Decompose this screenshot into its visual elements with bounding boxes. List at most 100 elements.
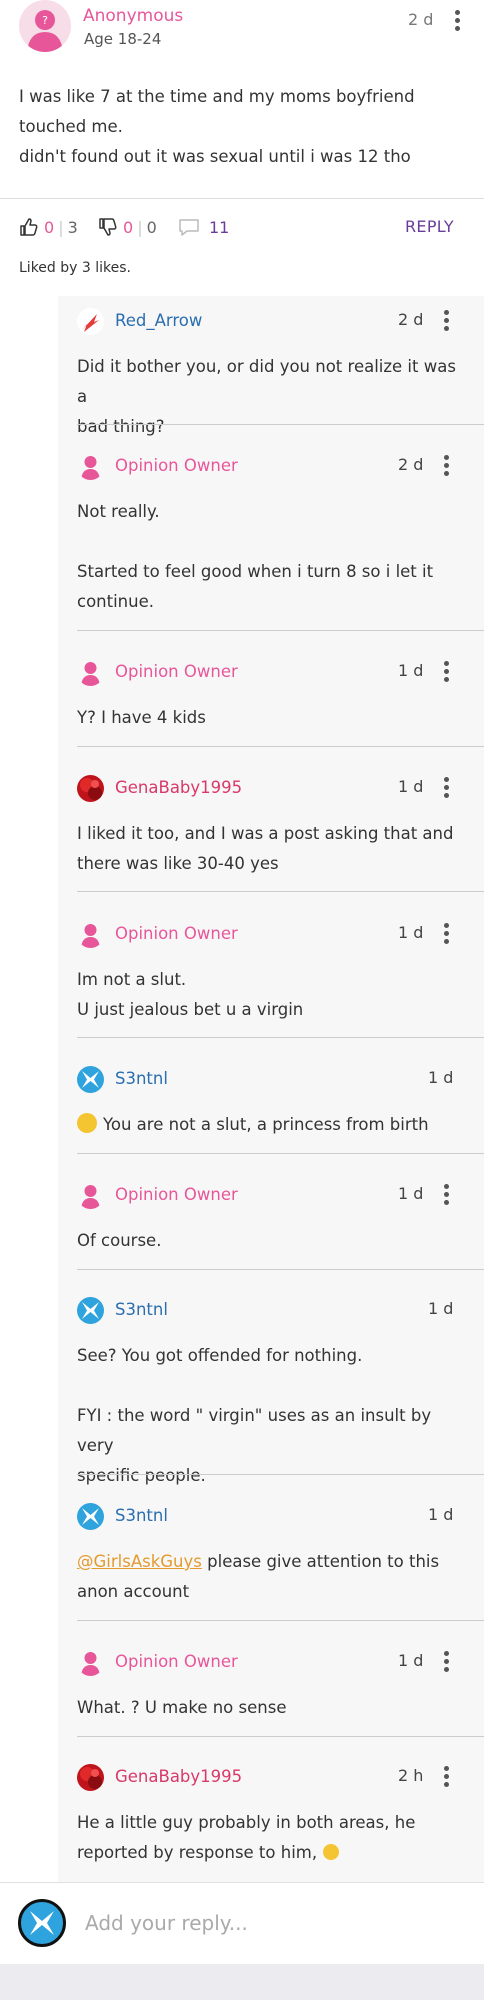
- comment-line: See? You got offended for nothing.: [77, 1346, 363, 1365]
- comment-timestamp: 1 d: [398, 923, 424, 942]
- opinion-actions: 0 | 3 0 | 0 11 REPLY: [0, 198, 484, 258]
- comment-author[interactable]: Opinion Owner: [115, 1652, 238, 1671]
- opinion-more-icon[interactable]: [455, 10, 461, 32]
- comment-author[interactable]: S3ntnl: [115, 1300, 168, 1319]
- like-total: 3: [67, 217, 78, 237]
- comment-body: Did it bother you, or did you not realiz…: [77, 352, 467, 442]
- comment-more-icon[interactable]: [444, 777, 450, 799]
- comment-line-text: You are not a slut, a princess from birt…: [103, 1115, 429, 1134]
- comment-line: Y? I have 4 kids: [77, 708, 206, 727]
- comment-line: FYI : the word " virgin" uses as an insu…: [77, 1406, 432, 1455]
- opinion-owner-avatar[interactable]: [77, 1182, 104, 1209]
- comment-timestamp: 1 d: [428, 1068, 454, 1087]
- comment-line: Im not a slut.: [77, 970, 187, 989]
- comment-author[interactable]: Opinion Owner: [115, 1185, 238, 1204]
- reply-input[interactable]: Add your reply...: [85, 1911, 248, 1935]
- comment-line: @GirlsAskGuys please give attention to t…: [77, 1547, 467, 1577]
- comment-body: Im not a slut. U just jealous bet u a vi…: [77, 965, 467, 1025]
- comment-body: I liked it too, and I was a post asking …: [77, 819, 467, 879]
- comment-line: specific people.: [77, 1466, 206, 1485]
- comment-divider: [77, 630, 484, 631]
- comment-more-icon[interactable]: [444, 455, 450, 477]
- comment-line: Of course.: [77, 1231, 162, 1250]
- comment-body: You are not a slut, a princess from birt…: [77, 1110, 467, 1140]
- current-user-avatar[interactable]: [18, 1899, 66, 1947]
- comments-button[interactable]: 11: [178, 217, 229, 237]
- emoji-icon: [77, 1113, 97, 1133]
- s3ntnl-avatar[interactable]: [77, 1503, 104, 1530]
- dislike-count: 0: [123, 217, 134, 237]
- comment-author[interactable]: Red_Arrow: [115, 311, 202, 330]
- comment-line: bad thing?: [77, 417, 165, 436]
- comment-line: continue.: [77, 592, 154, 611]
- liked-by-text[interactable]: Liked by 3 likes.: [19, 260, 131, 276]
- comment-timestamp: 2 d: [398, 310, 424, 329]
- opinion-owner-avatar[interactable]: [77, 453, 104, 480]
- mention-link[interactable]: @GirlsAskGuys: [77, 1552, 202, 1571]
- comment-author[interactable]: S3ntnl: [115, 1069, 168, 1088]
- comment-author[interactable]: Opinion Owner: [115, 662, 238, 681]
- dislike-total: 0: [146, 217, 157, 237]
- comment-author[interactable]: Opinion Owner: [115, 924, 238, 943]
- comment-body: @GirlsAskGuys please give attention to t…: [77, 1547, 467, 1607]
- opinion-author[interactable]: Anonymous: [83, 6, 183, 26]
- svg-text:?: ?: [42, 14, 48, 27]
- comment-body: Of course.: [77, 1226, 467, 1256]
- smile-emoji-icon: [323, 1844, 340, 1860]
- comment-bubble-icon: [179, 219, 199, 236]
- opinion-card: ? Anonymous Age 18-24 2 d I was like 7 a…: [0, 0, 484, 195]
- comments-count: 11: [209, 217, 230, 237]
- dislike-button[interactable]: 0 | 0: [98, 217, 157, 237]
- s3ntnl-avatar[interactable]: [77, 1066, 104, 1093]
- comment-line: What. ? U make no sense: [77, 1698, 287, 1717]
- like-button[interactable]: 0 | 3: [19, 217, 78, 237]
- opinion-body-line: didn't found out it was sexual until i w…: [19, 147, 411, 166]
- comment-line: Did it bother you, or did you not realiz…: [77, 357, 456, 406]
- comment-divider: [77, 746, 484, 747]
- comment-timestamp: 1 d: [428, 1505, 454, 1524]
- comment-line: [77, 1371, 467, 1401]
- comment-author[interactable]: GenaBaby1995: [115, 1767, 242, 1786]
- opinion-body: I was like 7 at the time and my moms boy…: [19, 82, 469, 172]
- comment-more-icon[interactable]: [444, 1766, 450, 1788]
- comment-timestamp: 2 d: [398, 455, 424, 474]
- comment-timestamp: 2 h: [398, 1766, 424, 1785]
- count-separator: |: [137, 217, 143, 237]
- comment-line-text: please give attention to this: [201, 1552, 440, 1571]
- opinion-owner-avatar[interactable]: [77, 659, 104, 686]
- opinion-owner-avatar[interactable]: [77, 1649, 104, 1676]
- genababy-avatar[interactable]: [77, 775, 104, 802]
- comment-line: Started to feel good when i turn 8 so i …: [77, 562, 434, 581]
- comment-author[interactable]: Opinion Owner: [115, 456, 238, 475]
- comment-more-icon[interactable]: [444, 1651, 450, 1673]
- genababy-avatar[interactable]: [77, 1764, 104, 1791]
- anonymous-avatar[interactable]: ?: [19, 0, 71, 52]
- thumbs-down-icon: [99, 218, 117, 236]
- opinion-owner-avatar[interactable]: [77, 921, 104, 948]
- comment-more-icon[interactable]: [444, 661, 450, 683]
- thumbs-up-icon: [20, 218, 38, 236]
- s3ntnl-avatar[interactable]: [77, 1297, 104, 1324]
- red-arrow-avatar[interactable]: [77, 308, 104, 335]
- comment-divider: [77, 891, 484, 892]
- comment-line: [77, 527, 467, 557]
- comment-body: Y? I have 4 kids: [77, 703, 467, 733]
- comment-line: You are not a slut, a princess from birt…: [77, 1110, 467, 1140]
- reply-button[interactable]: REPLY: [405, 217, 454, 236]
- comment-more-icon[interactable]: [444, 1184, 450, 1206]
- comment-divider: [77, 1153, 484, 1154]
- comment-timestamp: 1 d: [398, 1651, 424, 1670]
- comment-divider: [77, 424, 484, 425]
- comment-author[interactable]: GenaBaby1995: [115, 778, 242, 797]
- count-separator: |: [58, 217, 64, 237]
- comment-author[interactable]: S3ntnl: [115, 1506, 168, 1525]
- comment-line: anon account: [77, 1582, 190, 1601]
- comment-more-icon[interactable]: [444, 310, 450, 332]
- opinion-author-age: Age 18-24: [84, 30, 162, 48]
- comment-divider: [77, 1037, 484, 1038]
- comment-divider: [77, 1620, 484, 1621]
- comment-divider: [77, 1474, 484, 1475]
- comment-body: What. ? U make no sense: [77, 1693, 467, 1723]
- like-count: 0: [44, 217, 55, 237]
- comment-more-icon[interactable]: [444, 923, 450, 945]
